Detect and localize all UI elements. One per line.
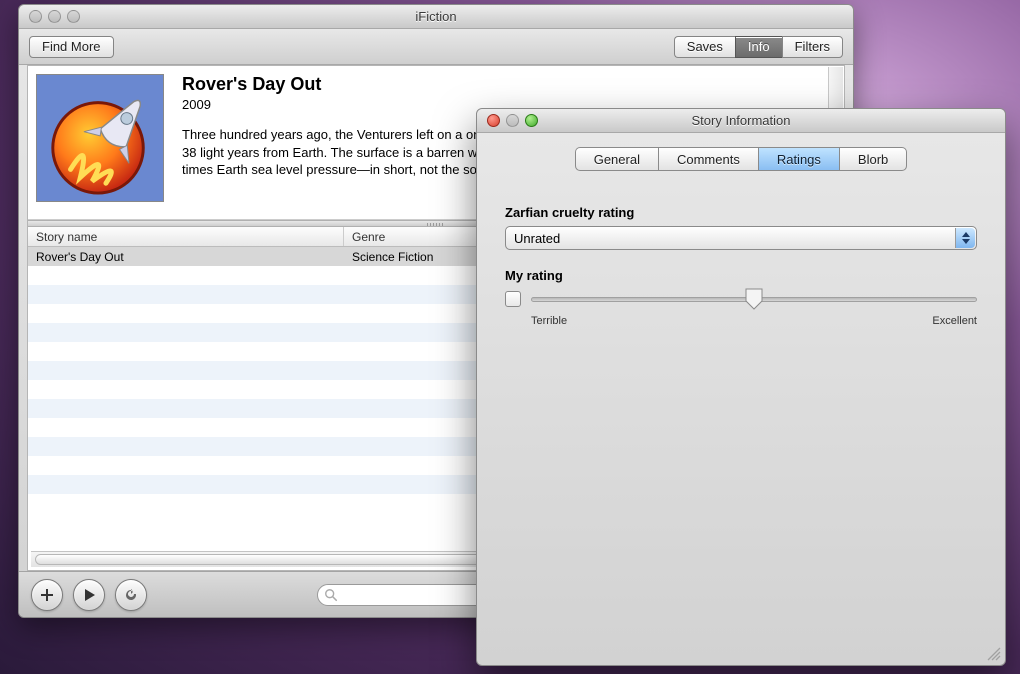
- rating-min-label: Terrible: [531, 315, 567, 327]
- my-rating-label: My rating: [505, 268, 977, 283]
- close-icon[interactable]: [487, 114, 500, 127]
- info-tab[interactable]: Info: [735, 36, 782, 58]
- info-titlebar[interactable]: Story Information: [477, 109, 1005, 133]
- ratings-panel: Zarfian cruelty rating Unrated My rating…: [477, 181, 1005, 333]
- play-button[interactable]: [73, 579, 105, 611]
- column-header-name[interactable]: Story name: [28, 227, 344, 246]
- window-title: iFiction: [19, 9, 853, 24]
- my-rating-checkbox[interactable]: [505, 291, 521, 307]
- main-titlebar[interactable]: iFiction: [19, 5, 853, 29]
- search-icon: [324, 588, 338, 602]
- tab-comments[interactable]: Comments: [658, 147, 758, 171]
- plus-icon: [39, 587, 55, 603]
- rocket-planet-icon: [41, 79, 159, 197]
- slider-thumb-icon[interactable]: [745, 288, 763, 308]
- cruelty-value: Unrated: [514, 231, 560, 246]
- rating-slider[interactable]: [531, 289, 977, 309]
- minimize-icon[interactable]: [506, 114, 519, 127]
- reload-button[interactable]: [115, 579, 147, 611]
- rating-max-label: Excellent: [932, 315, 977, 327]
- cover-art: [36, 74, 164, 202]
- cruelty-popup[interactable]: Unrated: [505, 226, 977, 250]
- popup-stepper-icon: [955, 228, 975, 248]
- cell-story-name: Rover's Day Out: [28, 247, 344, 266]
- zoom-icon[interactable]: [525, 114, 538, 127]
- view-segment: Saves Info Filters: [674, 36, 843, 58]
- minimize-icon[interactable]: [48, 10, 61, 23]
- resize-grip[interactable]: [987, 647, 1001, 661]
- tab-ratings[interactable]: Ratings: [758, 147, 839, 171]
- info-tabbar: General Comments Ratings Blorb: [477, 147, 1005, 171]
- story-info-window: Story Information General Comments Ratin…: [476, 108, 1006, 666]
- add-button[interactable]: [31, 579, 63, 611]
- info-window-title: Story Information: [477, 113, 1005, 128]
- tab-general[interactable]: General: [575, 147, 658, 171]
- close-icon[interactable]: [29, 10, 42, 23]
- zoom-icon[interactable]: [67, 10, 80, 23]
- filters-tab[interactable]: Filters: [782, 36, 843, 58]
- story-title: Rover's Day Out: [182, 74, 836, 95]
- cruelty-label: Zarfian cruelty rating: [505, 205, 977, 220]
- reload-icon: [123, 587, 139, 603]
- play-icon: [82, 588, 96, 602]
- saves-tab[interactable]: Saves: [674, 36, 735, 58]
- tab-blorb[interactable]: Blorb: [839, 147, 907, 171]
- find-more-button[interactable]: Find More: [29, 36, 114, 58]
- main-toolbar: Find More Saves Info Filters: [19, 29, 853, 65]
